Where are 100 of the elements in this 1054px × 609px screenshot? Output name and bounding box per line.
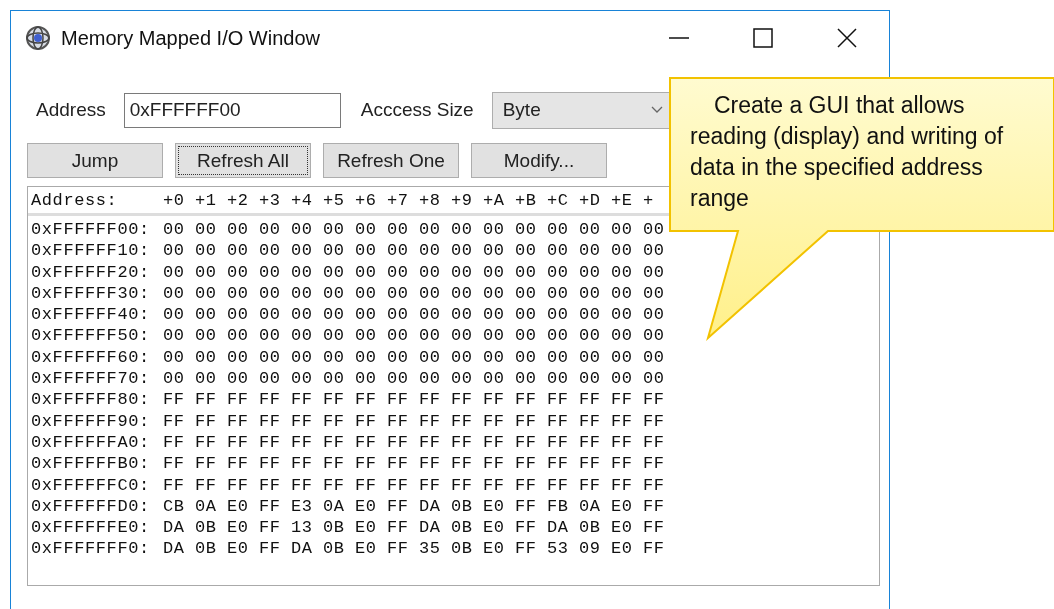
byte-value: 00 [643,325,666,347]
byte-value: FF [387,389,410,411]
column-header: +2 [227,190,250,210]
byte-value: 0B [579,517,602,539]
byte-value: 00 [387,346,410,369]
byte-value: 00 [387,368,410,390]
byte-value: 0B [451,538,474,560]
byte-value: DA [163,517,186,539]
byte-value: 00 [227,261,250,283]
byte-value: 53 [547,538,570,560]
byte-value: 00 [227,368,250,390]
byte-value: E0 [227,538,250,560]
byte-value: 00 [611,325,634,347]
byte-value: 0B [195,517,218,539]
byte-value: 00 [323,261,346,283]
byte-value: 00 [611,346,634,369]
byte-value: FF [355,389,378,411]
address-value: 0xFFFFFFF0: [31,538,151,560]
byte-value: 00 [163,304,186,326]
byte-value: FF [387,474,410,496]
address-value: 0xFFFFFF80: [31,389,151,411]
byte-value: 00 [163,240,186,262]
byte-value: 00 [195,325,218,347]
byte-value: 00 [483,304,506,326]
byte-value: FF [387,538,410,560]
byte-value: FF [259,495,282,518]
column-header: +E [611,190,634,210]
byte-value: 00 [323,219,346,241]
byte-value: FF [579,474,602,496]
byte-value: FF [387,453,410,475]
byte-value: FF [451,453,474,475]
byte-value: FF [227,389,250,411]
byte-value: 00 [419,304,442,326]
byte-value: 00 [451,282,474,305]
byte-value: 00 [259,219,282,241]
byte-value: 0A [579,495,602,518]
byte-value: E0 [227,495,250,518]
byte-value: FF [611,410,634,432]
byte-value: FF [227,474,250,496]
byte-value: FF [515,410,538,432]
byte-value: FF [323,474,346,496]
byte-value: 00 [483,346,506,369]
byte-value: FF [451,474,474,496]
byte-value: 00 [547,325,570,347]
column-header: +3 [259,190,282,210]
column-header: +9 [451,190,474,210]
byte-value: FB [547,495,570,518]
byte-value: FF [163,431,186,454]
byte-value: 00 [483,219,506,241]
byte-value: FF [387,495,410,518]
byte-value: 13 [291,517,314,539]
byte-value: E0 [355,517,378,539]
byte-value: 00 [227,240,250,262]
byte-value: 00 [355,261,378,283]
byte-value: 00 [611,282,634,305]
byte-value: 00 [355,304,378,326]
byte-value: FF [419,474,442,496]
column-header: +C [547,190,570,210]
access-size-label: Acccess Size [360,99,474,121]
byte-value: FF [355,431,378,454]
column-header: +7 [387,190,410,210]
byte-value: DA [163,538,186,560]
byte-value: FF [579,431,602,454]
byte-value: 00 [163,219,186,241]
byte-value: FF [387,410,410,432]
address-field[interactable]: 0xFFFFFF00 [123,92,341,128]
byte-value: 00 [195,346,218,369]
byte-value: 00 [355,240,378,262]
action-button[interactable]: Jump [27,143,163,178]
byte-value: 00 [579,346,602,369]
byte-value: FF [611,389,634,411]
byte-value: 00 [579,261,602,283]
byte-value: FF [643,453,666,475]
byte-value: 00 [259,282,282,305]
byte-value: 00 [387,261,410,283]
byte-value: 00 [451,368,474,390]
byte-value: FF [227,453,250,475]
byte-value: FF [515,495,538,518]
byte-value: 00 [451,240,474,262]
byte-value: FF [259,389,282,411]
action-button[interactable]: Modify... [471,143,607,178]
byte-value: 00 [419,282,442,305]
action-button[interactable]: Refresh All [175,143,311,178]
byte-value: 00 [227,282,250,305]
byte-value: FF [515,431,538,454]
byte-value: FF [227,431,250,454]
byte-value: E0 [483,495,506,518]
byte-value: 00 [483,240,506,262]
byte-value: FF [323,453,346,475]
byte-value: 00 [419,240,442,262]
byte-value: 00 [195,219,218,241]
byte-value: 00 [515,261,538,283]
byte-value: 00 [195,240,218,262]
address-value: 0xFFFFFF90: [31,410,151,432]
byte-value: FF [515,453,538,475]
action-button[interactable]: Refresh One [323,143,459,178]
address-value: 0xFFFFFF00: [31,219,151,241]
byte-value: 00 [419,346,442,369]
byte-value: E3 [291,495,314,518]
byte-value: E0 [355,538,378,560]
